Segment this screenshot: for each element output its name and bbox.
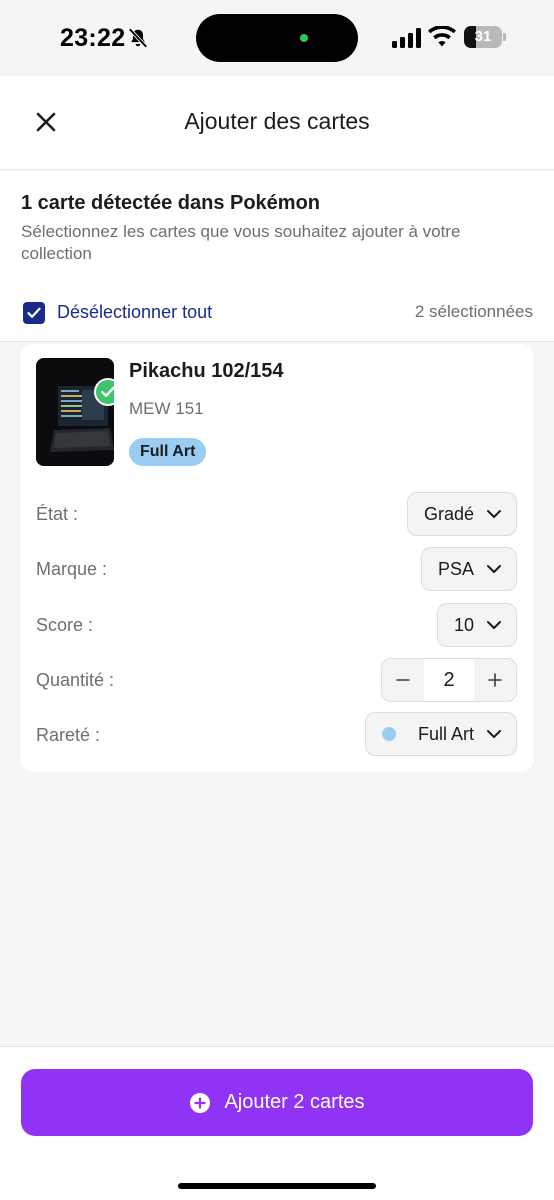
rarete-dropdown[interactable]: Full Art xyxy=(364,712,517,756)
select-all-row: Désélectionner tout 2 sélectionnées xyxy=(21,299,533,327)
card-photo xyxy=(36,358,114,466)
status-time: 23:22 xyxy=(60,24,126,52)
rarete-label: Rareté : xyxy=(36,725,101,745)
quantite-label: Quantité : xyxy=(36,670,115,690)
rarity-badge: Full Art xyxy=(129,438,207,466)
detected-title: 1 carte détectée dans Pokémon xyxy=(21,192,321,214)
quantity-stepper: 2 xyxy=(381,658,517,702)
header: Ajouter des cartes xyxy=(0,76,554,170)
detected-description: Sélectionnez les cartes que vous souhait… xyxy=(21,222,461,263)
selected-count: 2 sélectionnées xyxy=(414,302,533,321)
etat-dropdown[interactable]: Gradé xyxy=(406,492,517,536)
marque-label: Marque : xyxy=(36,559,108,579)
score-dropdown[interactable]: 10 xyxy=(436,603,517,647)
plus-icon xyxy=(488,673,502,687)
card-name: Pikachu 102/154 xyxy=(129,360,284,382)
card-set: MEW 151 xyxy=(129,399,204,418)
home-indicator[interactable] xyxy=(178,1183,376,1189)
marque-value: PSA xyxy=(437,558,474,579)
deselect-all-link[interactable]: Désélectionner tout xyxy=(57,302,212,323)
select-all-checkbox[interactable] xyxy=(23,302,45,324)
etat-value: Gradé xyxy=(423,503,474,524)
etat-label: État : xyxy=(36,504,79,524)
checkmark-icon xyxy=(27,307,41,318)
wifi-icon xyxy=(428,26,456,47)
add-cards-label: Ajouter 2 cartes xyxy=(224,1091,365,1113)
dynamic-island xyxy=(196,14,358,62)
chevron-down-icon xyxy=(487,565,501,573)
chevron-down-icon xyxy=(487,730,501,738)
intro-section: 1 carte détectée dans Pokémon Sélectionn… xyxy=(0,171,554,342)
chevron-down-icon xyxy=(487,621,501,629)
rarity-color-dot xyxy=(381,727,396,741)
minus-icon xyxy=(396,679,410,681)
selected-check-icon xyxy=(94,378,114,406)
card-item: Pikachu 102/154 MEW 151 Full Art État : … xyxy=(21,344,533,772)
card-thumbnail[interactable] xyxy=(36,358,114,466)
battery-level: 31 xyxy=(474,28,492,45)
rarete-value: Full Art xyxy=(417,723,474,744)
quantity-value[interactable]: 2 xyxy=(424,659,474,701)
score-label: Score : xyxy=(36,615,94,635)
increment-button[interactable] xyxy=(474,659,516,701)
page-title: Ajouter des cartes xyxy=(184,108,370,134)
battery-icon: 31 xyxy=(464,26,506,48)
chevron-down-icon xyxy=(487,510,501,518)
score-value: 10 xyxy=(453,614,474,635)
camera-indicator-dot xyxy=(300,34,308,42)
decrement-button[interactable] xyxy=(382,659,424,701)
marque-dropdown[interactable]: PSA xyxy=(420,547,517,591)
footer: Ajouter 2 cartes xyxy=(0,1046,554,1200)
bell-slash-icon xyxy=(128,28,148,48)
plus-circle-icon xyxy=(190,1092,211,1113)
signal-icon xyxy=(392,28,421,48)
add-cards-button[interactable]: Ajouter 2 cartes xyxy=(21,1069,533,1136)
status-bar: 23:22 31 xyxy=(0,0,554,76)
